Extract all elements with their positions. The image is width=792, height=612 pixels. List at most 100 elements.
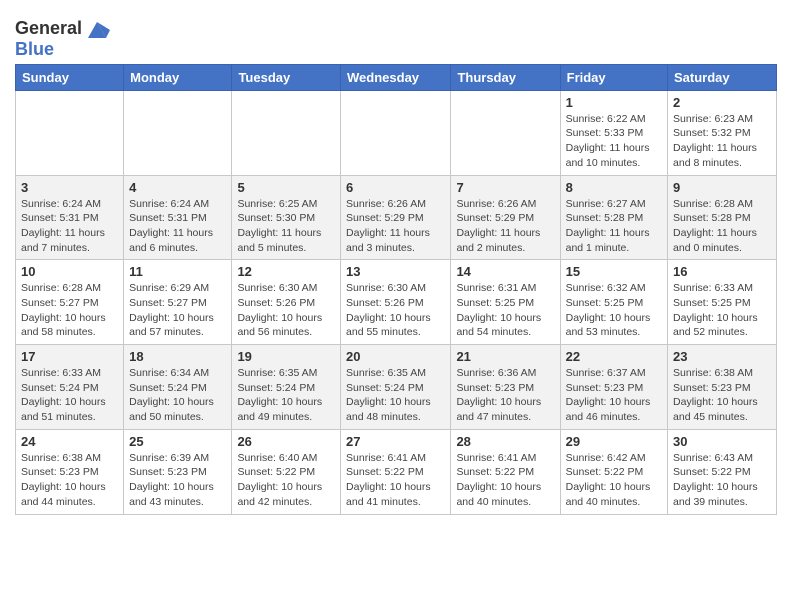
column-header-monday: Monday bbox=[124, 64, 232, 90]
day-info: Sunrise: 6:35 AM Sunset: 5:24 PM Dayligh… bbox=[237, 366, 335, 425]
day-number: 12 bbox=[237, 264, 335, 279]
day-info: Sunrise: 6:36 AM Sunset: 5:23 PM Dayligh… bbox=[456, 366, 554, 425]
calendar-table: SundayMondayTuesdayWednesdayThursdayFrid… bbox=[15, 64, 777, 515]
calendar-cell: 9Sunrise: 6:28 AM Sunset: 5:28 PM Daylig… bbox=[668, 175, 777, 260]
day-info: Sunrise: 6:33 AM Sunset: 5:25 PM Dayligh… bbox=[673, 281, 771, 340]
logo-icon bbox=[84, 16, 110, 42]
day-number: 29 bbox=[566, 434, 662, 449]
day-info: Sunrise: 6:39 AM Sunset: 5:23 PM Dayligh… bbox=[129, 451, 226, 510]
day-number: 22 bbox=[566, 349, 662, 364]
day-number: 24 bbox=[21, 434, 118, 449]
day-info: Sunrise: 6:38 AM Sunset: 5:23 PM Dayligh… bbox=[673, 366, 771, 425]
day-number: 7 bbox=[456, 180, 554, 195]
day-info: Sunrise: 6:31 AM Sunset: 5:25 PM Dayligh… bbox=[456, 281, 554, 340]
calendar-cell: 15 Sunrise: 6:32 AM Sunset: 5:25 PM Dayli… bbox=[560, 260, 667, 345]
day-number: 6 bbox=[346, 180, 445, 195]
calendar-cell: 1 Sunrise: 6:22 AM Sunset: 5:33 PM Daylig… bbox=[560, 90, 667, 175]
day-info: Sunrise: 6:24 AM Sunset: 5:31 PM Dayligh… bbox=[129, 197, 226, 256]
day-info: Sunrise: 6:26 AM Sunset: 5:29 PM Dayligh… bbox=[346, 197, 445, 256]
column-header-saturday: Saturday bbox=[668, 64, 777, 90]
calendar-cell: 28Sunrise: 6:41 AM Sunset: 5:22 PM Dayli… bbox=[451, 429, 560, 514]
day-info: Sunrise: 6:35 AM Sunset: 5:24 PM Dayligh… bbox=[346, 366, 445, 425]
calendar-week-4: 24 Sunrise: 6:38 AM Sunset: 5:23 PM Dayli… bbox=[16, 429, 777, 514]
day-info: Sunrise: 6:25 AM Sunset: 5:30 PM Dayligh… bbox=[237, 197, 335, 256]
calendar-week-0: 1 Sunrise: 6:22 AM Sunset: 5:33 PM Daylig… bbox=[16, 90, 777, 175]
calendar-cell: 25 Sunrise: 6:39 AM Sunset: 5:23 PM Dayli… bbox=[124, 429, 232, 514]
calendar-cell: 20 Sunrise: 6:35 AM Sunset: 5:24 PM Dayli… bbox=[341, 345, 451, 430]
day-info: Sunrise: 6:41 AM Sunset: 5:22 PM Dayligh… bbox=[346, 451, 445, 510]
calendar-cell: 18 Sunrise: 6:34 AM Sunset: 5:24 PM Dayli… bbox=[124, 345, 232, 430]
calendar-cell: 22 Sunrise: 6:37 AM Sunset: 5:23 PM Dayli… bbox=[560, 345, 667, 430]
day-info: Sunrise: 6:38 AM Sunset: 5:23 PM Dayligh… bbox=[21, 451, 118, 510]
column-header-wednesday: Wednesday bbox=[341, 64, 451, 90]
calendar-cell: 6 Sunrise: 6:26 AM Sunset: 5:29 PM Daylig… bbox=[341, 175, 451, 260]
day-number: 15 bbox=[566, 264, 662, 279]
calendar-cell: 17 Sunrise: 6:33 AM Sunset: 5:24 PM Dayli… bbox=[16, 345, 124, 430]
calendar-cell: 4 Sunrise: 6:24 AM Sunset: 5:31 PM Daylig… bbox=[124, 175, 232, 260]
header: General Blue bbox=[15, 10, 777, 60]
calendar-header-row: SundayMondayTuesdayWednesdayThursdayFrid… bbox=[16, 64, 777, 90]
day-number: 4 bbox=[129, 180, 226, 195]
logo: General Blue bbox=[15, 16, 110, 60]
day-number: 25 bbox=[129, 434, 226, 449]
day-info: Sunrise: 6:23 AM Sunset: 5:32 PM Dayligh… bbox=[673, 112, 771, 171]
day-number: 26 bbox=[237, 434, 335, 449]
day-info: Sunrise: 6:43 AM Sunset: 5:22 PM Dayligh… bbox=[673, 451, 771, 510]
day-info: Sunrise: 6:28 AM Sunset: 5:27 PM Dayligh… bbox=[21, 281, 118, 340]
day-number: 21 bbox=[456, 349, 554, 364]
calendar-cell: 19 Sunrise: 6:35 AM Sunset: 5:24 PM Dayli… bbox=[232, 345, 341, 430]
day-number: 10 bbox=[21, 264, 118, 279]
calendar-cell: 29 Sunrise: 6:42 AM Sunset: 5:22 PM Dayli… bbox=[560, 429, 667, 514]
day-number: 5 bbox=[237, 180, 335, 195]
day-info: Sunrise: 6:32 AM Sunset: 5:25 PM Dayligh… bbox=[566, 281, 662, 340]
calendar-cell bbox=[341, 90, 451, 175]
column-header-friday: Friday bbox=[560, 64, 667, 90]
calendar-cell: 21 Sunrise: 6:36 AM Sunset: 5:23 PM Dayli… bbox=[451, 345, 560, 430]
calendar-cell: 30Sunrise: 6:43 AM Sunset: 5:22 PM Dayli… bbox=[668, 429, 777, 514]
calendar-cell: 3 Sunrise: 6:24 AM Sunset: 5:31 PM Daylig… bbox=[16, 175, 124, 260]
calendar-cell: 13 Sunrise: 6:30 AM Sunset: 5:26 PM Dayli… bbox=[341, 260, 451, 345]
calendar-cell bbox=[451, 90, 560, 175]
day-info: Sunrise: 6:30 AM Sunset: 5:26 PM Dayligh… bbox=[237, 281, 335, 340]
day-number: 3 bbox=[21, 180, 118, 195]
day-number: 18 bbox=[129, 349, 226, 364]
column-header-sunday: Sunday bbox=[16, 64, 124, 90]
day-info: Sunrise: 6:27 AM Sunset: 5:28 PM Dayligh… bbox=[566, 197, 662, 256]
day-info: Sunrise: 6:30 AM Sunset: 5:26 PM Dayligh… bbox=[346, 281, 445, 340]
logo-text: General bbox=[15, 18, 110, 38]
day-number: 19 bbox=[237, 349, 335, 364]
calendar-cell: 23 Sunrise: 6:38 AM Sunset: 5:23 PM Dayli… bbox=[668, 345, 777, 430]
day-info: Sunrise: 6:24 AM Sunset: 5:31 PM Dayligh… bbox=[21, 197, 118, 256]
day-number: 14 bbox=[456, 264, 554, 279]
day-info: Sunrise: 6:34 AM Sunset: 5:24 PM Dayligh… bbox=[129, 366, 226, 425]
day-info: Sunrise: 6:42 AM Sunset: 5:22 PM Dayligh… bbox=[566, 451, 662, 510]
day-number: 27 bbox=[346, 434, 445, 449]
calendar-cell: 26 Sunrise: 6:40 AM Sunset: 5:22 PM Dayli… bbox=[232, 429, 341, 514]
calendar-cell: 8Sunrise: 6:27 AM Sunset: 5:28 PM Daylig… bbox=[560, 175, 667, 260]
calendar-cell: 7 Sunrise: 6:26 AM Sunset: 5:29 PM Daylig… bbox=[451, 175, 560, 260]
day-number: 2 bbox=[673, 95, 771, 110]
day-info: Sunrise: 6:33 AM Sunset: 5:24 PM Dayligh… bbox=[21, 366, 118, 425]
day-number: 1 bbox=[566, 95, 662, 110]
day-number: 17 bbox=[21, 349, 118, 364]
day-info: Sunrise: 6:37 AM Sunset: 5:23 PM Dayligh… bbox=[566, 366, 662, 425]
calendar-week-1: 3 Sunrise: 6:24 AM Sunset: 5:31 PM Daylig… bbox=[16, 175, 777, 260]
day-number: 9 bbox=[673, 180, 771, 195]
day-number: 20 bbox=[346, 349, 445, 364]
day-info: Sunrise: 6:40 AM Sunset: 5:22 PM Dayligh… bbox=[237, 451, 335, 510]
column-header-thursday: Thursday bbox=[451, 64, 560, 90]
day-info: Sunrise: 6:26 AM Sunset: 5:29 PM Dayligh… bbox=[456, 197, 554, 256]
calendar-cell: 12 Sunrise: 6:30 AM Sunset: 5:26 PM Dayli… bbox=[232, 260, 341, 345]
calendar-cell bbox=[16, 90, 124, 175]
day-number: 16 bbox=[673, 264, 771, 279]
calendar-cell: 14 Sunrise: 6:31 AM Sunset: 5:25 PM Dayli… bbox=[451, 260, 560, 345]
day-info: Sunrise: 6:41 AM Sunset: 5:22 PM Dayligh… bbox=[456, 451, 554, 510]
day-info: Sunrise: 6:22 AM Sunset: 5:33 PM Dayligh… bbox=[566, 112, 662, 171]
day-number: 13 bbox=[346, 264, 445, 279]
calendar-cell: 27 Sunrise: 6:41 AM Sunset: 5:22 PM Dayli… bbox=[341, 429, 451, 514]
day-number: 23 bbox=[673, 349, 771, 364]
calendar-cell: 10 Sunrise: 6:28 AM Sunset: 5:27 PM Dayli… bbox=[16, 260, 124, 345]
calendar-cell bbox=[232, 90, 341, 175]
day-number: 11 bbox=[129, 264, 226, 279]
calendar-cell: 24 Sunrise: 6:38 AM Sunset: 5:23 PM Dayli… bbox=[16, 429, 124, 514]
